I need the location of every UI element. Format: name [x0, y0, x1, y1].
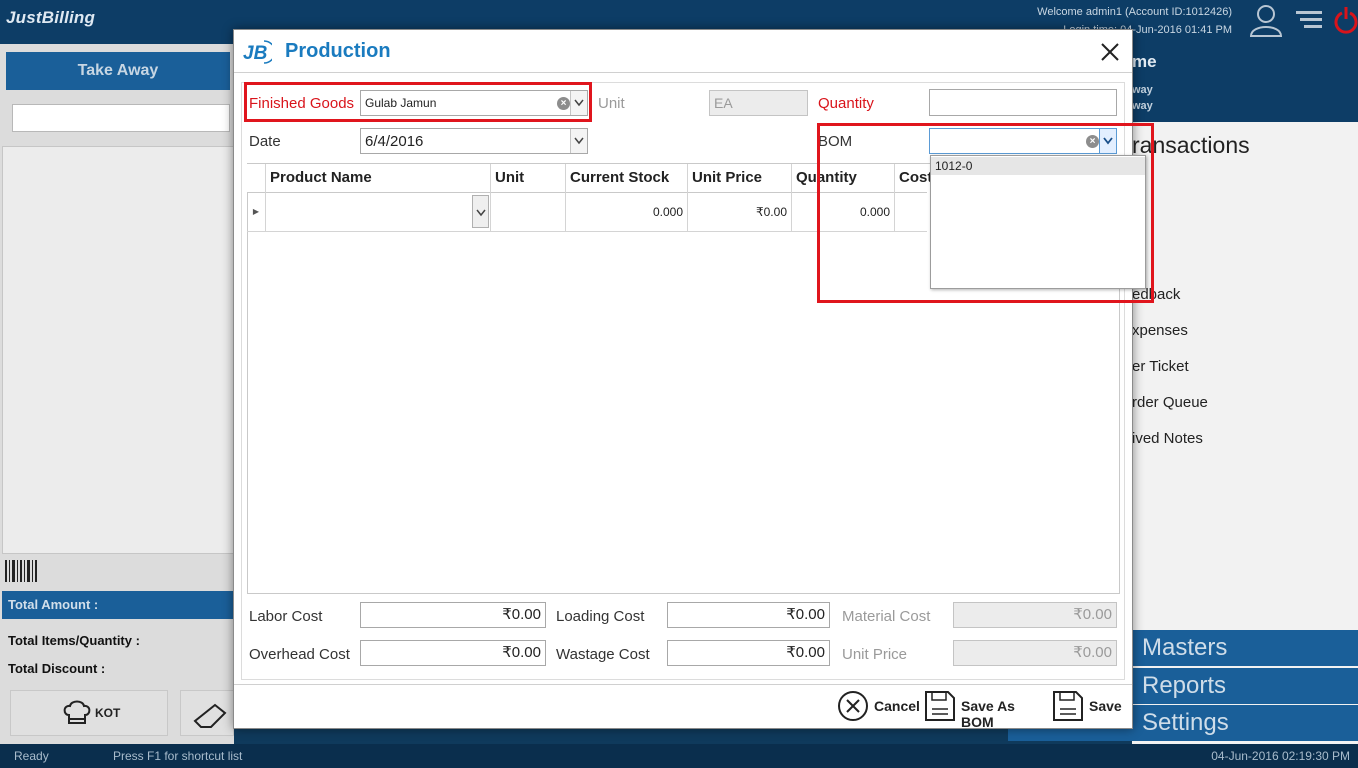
unit-price-field: ₹0.00 — [953, 640, 1117, 666]
col-unit[interactable]: Unit — [491, 164, 566, 193]
menu-icon[interactable] — [1294, 8, 1324, 32]
kot-label: KOT — [95, 706, 121, 720]
col-product-name[interactable]: Product Name — [266, 164, 491, 193]
home-title: me — [1132, 52, 1157, 71]
close-icon[interactable] — [1098, 40, 1122, 64]
footer-divider — [234, 684, 1132, 685]
labor-cost-input[interactable]: ₹0.00 — [360, 602, 546, 628]
save-as-bom-button[interactable]: Save As BOM — [923, 689, 1047, 730]
eraser-button[interactable] — [180, 690, 234, 736]
total-items-label: Total Items/Quantity : — [8, 633, 140, 648]
col-unit-price[interactable]: Unit Price — [688, 164, 792, 193]
date-value: 6/4/2016 — [365, 133, 424, 150]
order-items-list[interactable] — [2, 146, 234, 554]
transaction-item[interactable]: er Ticket — [1132, 358, 1189, 375]
finished-goods-highlight — [244, 82, 592, 122]
loading-cost-input[interactable]: ₹0.00 — [667, 602, 830, 628]
save-label: Save — [1089, 698, 1122, 714]
row-header-cell — [247, 164, 266, 193]
loading-cost-label: Loading Cost — [556, 608, 645, 625]
row-pointer-icon: ▶ — [247, 193, 266, 231]
save-button[interactable]: Save — [1051, 689, 1122, 723]
material-cost-field: ₹0.00 — [953, 602, 1117, 628]
wastage-cost-input[interactable]: ₹0.00 — [667, 640, 830, 666]
item-search-input[interactable] — [12, 104, 230, 132]
cancel-button[interactable]: Cancel — [836, 689, 920, 723]
status-ready: Ready — [14, 749, 49, 763]
app-logo: JustBilling — [6, 8, 96, 27]
svg-text:JB: JB — [243, 43, 268, 64]
status-bar: Ready Press F1 for shortcut list 04-Jun-… — [0, 744, 1358, 768]
chevron-down-icon[interactable] — [472, 195, 489, 228]
dialog-title: Production — [285, 40, 391, 62]
material-cost-label: Material Cost — [842, 608, 931, 625]
status-hint: Press F1 for shortcut list — [113, 749, 243, 763]
save-icon — [1053, 691, 1083, 721]
home-sub2: way — [1132, 100, 1153, 112]
user-icon[interactable] — [1248, 2, 1284, 38]
cancel-label: Cancel — [874, 698, 920, 714]
unit-cell[interactable] — [491, 193, 566, 231]
kot-button[interactable]: KOT — [10, 690, 168, 736]
col-current-stock[interactable]: Current Stock — [566, 164, 688, 193]
welcome-text: Welcome admin1 (Account ID:1012426) — [1037, 6, 1232, 18]
date-label: Date — [249, 133, 281, 150]
home-sub1: way — [1132, 84, 1153, 96]
take-away-button[interactable]: Take Away — [6, 52, 230, 90]
quantity-input[interactable] — [929, 89, 1117, 116]
unit-price-cell[interactable]: ₹0.00 — [688, 193, 792, 231]
transactions-heading: ransactions — [1132, 132, 1250, 158]
overhead-cost-label: Overhead Cost — [249, 646, 350, 663]
barcode-icon[interactable] — [4, 560, 38, 582]
save-as-bom-label: Save As BOM — [961, 698, 1015, 730]
wastage-cost-label: Wastage Cost — [556, 646, 650, 663]
jb-logo-icon: JB — [243, 40, 272, 64]
transaction-item[interactable]: ived Notes — [1132, 430, 1203, 447]
current-stock-cell: 0.000 — [566, 193, 688, 231]
transaction-item[interactable]: rder Queue — [1132, 394, 1208, 411]
labor-cost-label: Labor Cost — [249, 608, 323, 625]
cancel-icon — [838, 691, 868, 721]
chef-hat-icon — [63, 700, 91, 724]
total-amount-label: Total Amount : — [2, 591, 234, 619]
header-divider — [234, 72, 1132, 73]
quantity-label: Quantity — [818, 95, 874, 112]
unit-price-label: Unit Price — [842, 646, 908, 663]
bom-highlight — [817, 123, 1154, 303]
unit-field: EA — [709, 90, 808, 116]
transaction-item[interactable]: xpenses — [1132, 322, 1188, 339]
save-as-bom-icon — [925, 691, 955, 721]
chevron-down-icon[interactable] — [570, 129, 587, 153]
home-header: me way way — [1132, 44, 1358, 122]
eraser-icon — [193, 703, 227, 728]
total-discount-label: Total Discount : — [8, 661, 106, 676]
product-name-cell[interactable] — [266, 193, 491, 231]
status-datetime: 04-Jun-2016 02:19:30 PM — [1211, 749, 1350, 763]
date-picker[interactable]: 6/4/2016 — [360, 128, 588, 154]
overhead-cost-input[interactable]: ₹0.00 — [360, 640, 546, 666]
unit-label: Unit — [598, 95, 625, 112]
power-icon[interactable] — [1334, 4, 1358, 34]
